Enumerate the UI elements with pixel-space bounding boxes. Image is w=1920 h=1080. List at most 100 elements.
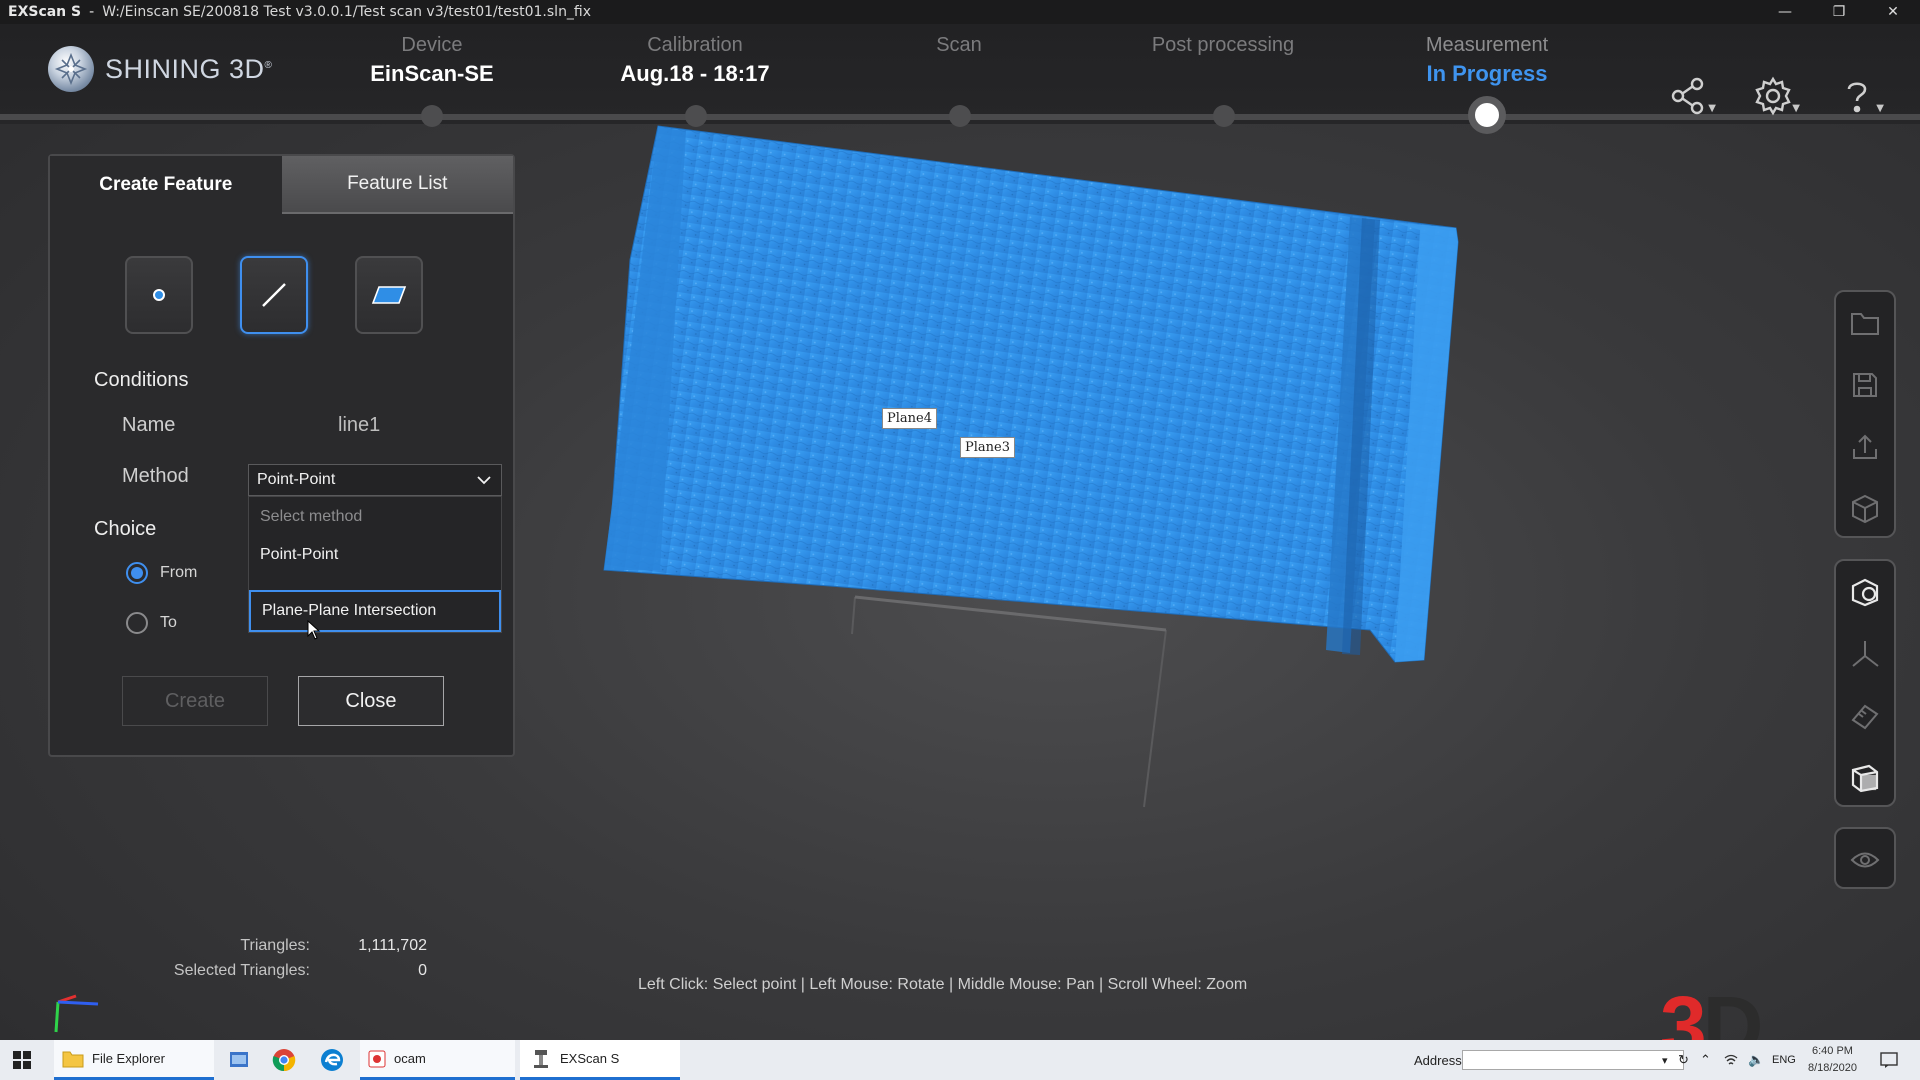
step-value: EinScan-SE: [370, 61, 494, 86]
export-button[interactable]: [1836, 416, 1894, 478]
chevron-down-icon: ▼: [1708, 103, 1716, 114]
triangles-label: Triangles:: [240, 937, 310, 954]
taskbar-exscan[interactable]: EXScan S: [520, 1040, 680, 1080]
name-label: Name: [122, 414, 176, 436]
address-input[interactable]: [1462, 1050, 1684, 1070]
step-value: In Progress: [1426, 61, 1548, 86]
restore-button[interactable]: ❐: [1812, 0, 1866, 24]
taskbar-ocam-label: ocam: [394, 1051, 426, 1066]
radio-from-label: From: [160, 564, 198, 581]
folder-icon: [62, 1051, 84, 1067]
axis-button[interactable]: [1836, 623, 1894, 685]
radio-unchecked-icon: [126, 612, 148, 634]
taskbar-file-explorer[interactable]: File Explorer: [54, 1040, 214, 1080]
radio-checked-icon: [126, 562, 148, 584]
ruler-button[interactable]: [1836, 685, 1894, 747]
step-device[interactable]: Device EinScan-SE: [312, 34, 552, 87]
radio-from[interactable]: From: [126, 562, 197, 584]
mouse-cursor-icon: [307, 620, 321, 640]
feature-name-value: line1: [338, 414, 381, 436]
create-feature-panel: Create Feature Feature List Conditions N…: [48, 154, 515, 757]
support-line: [851, 596, 856, 635]
chevron-down-icon: [475, 471, 493, 494]
tray-expand-icon[interactable]: ⌃: [1700, 1040, 1711, 1080]
minimize-button[interactable]: —: [1758, 0, 1812, 24]
address-dropdown-icon[interactable]: ▾: [1662, 1040, 1668, 1080]
panel-tabs: Create Feature Feature List: [50, 156, 513, 214]
taskbar-edge[interactable]: [320, 1040, 344, 1080]
step-label: Calibration: [647, 34, 743, 56]
title-bar: EXScan S - W:/Einscan SE/200818 Test v3.…: [0, 0, 1920, 24]
app-window-icon: [230, 1052, 248, 1067]
file-toolbar: [1834, 290, 1896, 538]
point-tool-button[interactable]: [125, 256, 193, 334]
chevron-down-icon: ▼: [1876, 103, 1884, 114]
cube-icon: [1852, 494, 1878, 524]
system-clock[interactable]: 6:40 PM 8/18/2020: [1808, 1043, 1857, 1077]
step-label: Device: [401, 34, 463, 56]
step-label: Measurement: [1425, 34, 1549, 56]
start-button[interactable]: [12, 1040, 32, 1080]
clock-time: 6:40 PM: [1811, 1045, 1853, 1057]
language-indicator[interactable]: ENG: [1772, 1040, 1796, 1080]
selected-triangles-label: Selected Triangles:: [173, 962, 310, 979]
close-window-button[interactable]: ✕: [1866, 0, 1920, 24]
support-line: [1143, 629, 1167, 808]
method-label: Method: [122, 465, 189, 487]
plane-tool-button[interactable]: [355, 256, 423, 334]
visibility-button[interactable]: [1836, 829, 1894, 891]
brand-name: SHINING 3D®: [105, 53, 273, 84]
measure-button[interactable]: [1836, 561, 1894, 623]
volume-icon[interactable]: 🔈: [1748, 1040, 1764, 1080]
feature-type-tools: [125, 256, 423, 334]
model-button[interactable]: [1836, 478, 1894, 540]
axis-gizmo-icon: [54, 994, 99, 1033]
scan-mesh-canvas: [603, 125, 1459, 808]
open-folder-button[interactable]: [1836, 292, 1894, 354]
taskbar-pinned-app[interactable]: [228, 1040, 250, 1080]
chrome-icon: [272, 1049, 296, 1072]
line-tool-button[interactable]: [240, 256, 308, 334]
plane4-label[interactable]: Plane4: [882, 408, 937, 429]
eye-icon: [1850, 852, 1880, 868]
plane-icon: [371, 286, 407, 304]
network-icon[interactable]: [1724, 1040, 1738, 1080]
tab-feature-list[interactable]: Feature List: [281, 156, 513, 214]
radio-to[interactable]: To: [126, 612, 177, 634]
step-scan[interactable]: Scan: [839, 34, 1079, 61]
method-select[interactable]: Point-Point: [248, 464, 502, 496]
share-icon[interactable]: ▼: [1666, 74, 1716, 118]
ruler-icon: [1851, 704, 1879, 730]
step-post-processing[interactable]: Post processing: [1103, 34, 1343, 61]
axis-icon: [1852, 641, 1879, 667]
gear-icon[interactable]: ▼: [1750, 74, 1800, 118]
taskbar-file-explorer-label: File Explorer: [92, 1051, 165, 1066]
refresh-icon[interactable]: ↻: [1678, 1040, 1689, 1080]
taskbar-ocam[interactable]: ocam: [360, 1040, 515, 1080]
step-label: Scan: [936, 34, 982, 56]
help-icon[interactable]: ▼: [1834, 74, 1884, 118]
step-measurement[interactable]: Measurement In Progress: [1367, 34, 1607, 87]
folder-icon: [1851, 313, 1879, 335]
plane3-label[interactable]: Plane3: [960, 437, 1015, 458]
box-view-button[interactable]: [1836, 747, 1894, 809]
tab-create-feature[interactable]: Create Feature: [50, 156, 282, 214]
box-view-icon: [1851, 764, 1879, 793]
triangles-value: 1,111,702: [358, 937, 427, 954]
method-option-placeholder: Select method: [260, 508, 363, 525]
measure-toolbar: [1834, 559, 1896, 807]
step-calibration[interactable]: Calibration Aug.18 - 18:17: [575, 34, 815, 87]
ocam-icon: [368, 1050, 386, 1067]
mouse-controls-hint: Left Click: Select point | Left Mouse: R…: [638, 976, 1248, 993]
method-option-plane-plane-intersection[interactable]: Plane-Plane Intersection: [249, 590, 501, 632]
clock-date: 8/18/2020: [1808, 1062, 1857, 1074]
notifications-icon[interactable]: [1880, 1040, 1898, 1080]
create-button[interactable]: Create: [122, 676, 268, 726]
taskbar-exscan-label: EXScan S: [560, 1051, 620, 1066]
save-button[interactable]: [1836, 354, 1894, 416]
close-button[interactable]: Close: [298, 676, 444, 726]
taskbar-chrome[interactable]: [272, 1040, 296, 1080]
method-option-point-point[interactable]: Point-Point: [249, 535, 501, 575]
windows-start-icon: [13, 1051, 31, 1069]
3d-viewport[interactable]: Plane4 Plane3: [590, 110, 1490, 830]
